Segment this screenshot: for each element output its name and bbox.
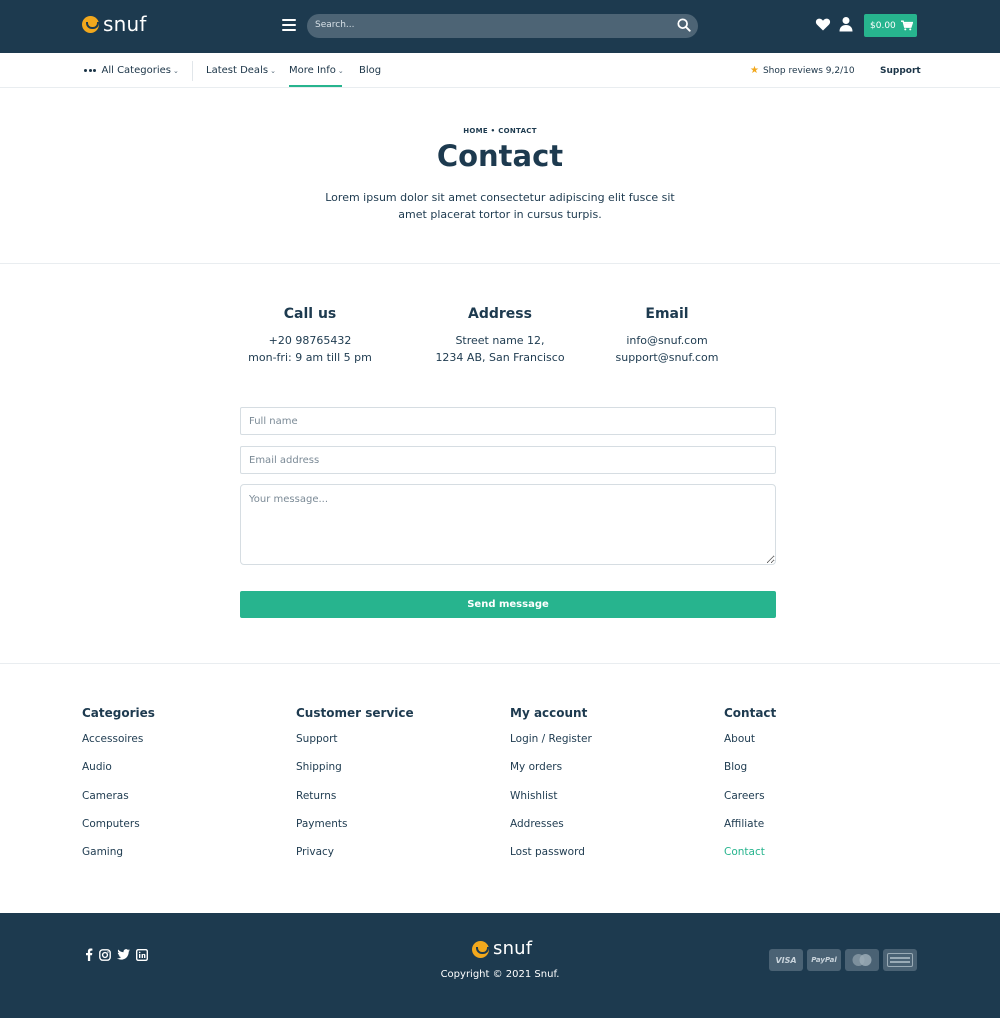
page-intro: Lorem ipsum dolor sit amet consectetur a… [325, 191, 675, 221]
footer-column-title: Contact [724, 706, 777, 720]
footer-column-title: Customer service [296, 706, 414, 720]
wishlist-heart-icon[interactable] [815, 16, 831, 32]
footer-link[interactable]: Returns [296, 787, 496, 815]
divider [0, 263, 1000, 264]
cart-total: $0.00 [870, 20, 896, 31]
footer-link[interactable]: Blog [724, 758, 924, 786]
page-title: Contact [436, 139, 564, 173]
chevron-down-icon: ⌄ [270, 66, 276, 75]
cart-button[interactable]: $0.00 [864, 14, 917, 37]
email-field[interactable] [240, 446, 776, 474]
footer-link[interactable]: My orders [510, 758, 710, 786]
footer-contact: Contact About Blog Careers Affiliate Con… [724, 706, 924, 871]
footer-column-title: Categories [82, 706, 155, 720]
footer-link[interactable]: Lost password [510, 843, 710, 871]
footer-customer-service: Customer service Support Shipping Return… [296, 706, 496, 871]
footer-my-account: My account Login / Register My orders Wh… [510, 706, 710, 871]
nav-all-categories-label: All Categories [101, 65, 171, 76]
logo[interactable]: snuf [82, 14, 147, 34]
linkedin-icon[interactable] [136, 948, 148, 961]
logo-smile-icon [472, 940, 489, 958]
footer-link[interactable]: About [724, 730, 924, 758]
footer-link[interactable]: Addresses [510, 815, 710, 843]
facebook-icon[interactable] [85, 948, 93, 961]
footer-link[interactable]: Support [296, 730, 496, 758]
social-links [85, 948, 154, 961]
message-field[interactable] [240, 484, 776, 565]
cart-icon [900, 20, 913, 31]
nav-latest-deals-label: Latest Deals [206, 65, 269, 76]
search-icon[interactable] [677, 18, 691, 32]
info-email[interactable]: info@snuf.com [567, 332, 767, 349]
email-title: Email [645, 306, 689, 322]
footer-categories: Categories Accessoires Audio Cameras Com… [82, 706, 282, 871]
footer-bottom-bar: snuf Copyright © 2021 Snuf. VISA PayPal [0, 913, 1000, 1018]
footer-link[interactable]: Computers [82, 815, 282, 843]
footer-link[interactable]: Cameras [82, 787, 282, 815]
chevron-down-icon: ⌄ [337, 66, 344, 75]
footer-link[interactable]: Audio [82, 758, 282, 786]
email-card: Email info@snuf.com support@snuf.com [567, 306, 767, 366]
amex-icon [883, 949, 917, 971]
twitter-icon[interactable] [117, 949, 130, 960]
nav-blog[interactable]: Blog [359, 53, 381, 88]
footer-link[interactable]: Shipping [296, 758, 496, 786]
send-message-button[interactable]: Send message [240, 591, 776, 618]
nav-blog-label: Blog [359, 65, 382, 76]
logo-text: snuf [103, 12, 147, 36]
footer-link[interactable]: Careers [724, 787, 924, 815]
call-us-title: Call us [283, 306, 337, 322]
footer-logo[interactable]: snuf [472, 939, 532, 959]
full-name-field[interactable] [240, 407, 776, 435]
footer-link[interactable]: Privacy [296, 843, 496, 871]
footer-link[interactable]: Gaming [82, 843, 282, 871]
active-tab-indicator [289, 85, 342, 87]
footer-link[interactable]: Whishlist [510, 787, 710, 815]
support-label: Support [880, 65, 921, 76]
breadcrumb[interactable]: HOME • CONTACT [0, 127, 1000, 135]
support-email[interactable]: support@snuf.com [567, 349, 767, 366]
shop-reviews-link[interactable]: ★ Shop reviews 9,2/10 [750, 53, 855, 88]
menu-icon[interactable] [282, 19, 296, 31]
call-us-card: Call us +20 98765432 mon-fri: 9 am till … [210, 306, 410, 366]
search-bar[interactable]: Search... [307, 14, 698, 38]
visa-icon: VISA [769, 949, 803, 971]
nav-all-categories[interactable]: All Categories ⌄ [84, 53, 179, 88]
nav-more-info-label: More Info [289, 65, 336, 76]
footer-column-title: My account [510, 706, 588, 720]
paypal-icon: PayPal [807, 949, 841, 971]
footer-link[interactable]: Affiliate [724, 815, 924, 843]
footer-link-active[interactable]: Contact [724, 843, 924, 871]
nav-divider [192, 61, 193, 81]
dots-icon [84, 69, 98, 72]
opening-hours: mon-fri: 9 am till 5 pm [248, 351, 372, 364]
logo-smile-icon [82, 15, 99, 33]
phone-number[interactable]: +20 98765432 [210, 332, 410, 349]
divider [0, 663, 1000, 664]
footer-link[interactable]: Accessoires [82, 730, 282, 758]
payment-methods: VISA PayPal [769, 949, 921, 971]
shop-reviews-label: Shop reviews 9,2/10 [762, 65, 855, 76]
footer-link[interactable]: Login / Register [510, 730, 710, 758]
account-user-icon[interactable] [839, 16, 853, 32]
star-icon: ★ [750, 65, 759, 76]
nav-more-info[interactable]: More Info ⌄ [289, 53, 344, 88]
footer-logo-text: snuf [493, 938, 533, 959]
nav-latest-deals[interactable]: Latest Deals ⌄ [206, 53, 276, 88]
support-link[interactable]: Support [880, 53, 921, 88]
category-nav: All Categories ⌄ Latest Deals ⌄ More Inf… [0, 53, 1000, 88]
mastercard-icon [845, 949, 879, 971]
footer-link[interactable]: Payments [296, 815, 496, 843]
search-input[interactable]: Search... [315, 20, 355, 30]
chevron-down-icon: ⌄ [172, 66, 179, 75]
top-header: snuf Search... $0.00 [0, 0, 1000, 53]
instagram-icon[interactable] [99, 948, 111, 961]
